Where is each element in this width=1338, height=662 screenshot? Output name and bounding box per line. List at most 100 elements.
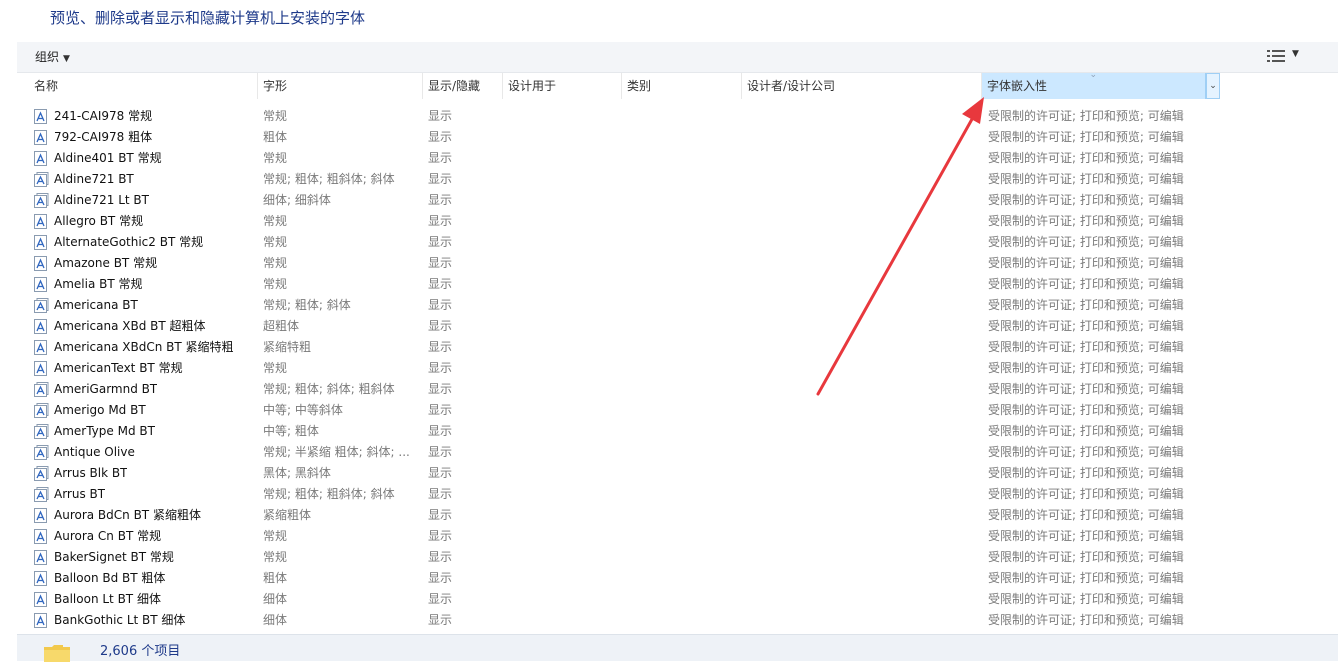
- font-family-icon: [34, 424, 49, 439]
- table-row[interactable]: Allegro BT 常规 常规 显示 受限制的许可证; 打印和预览; 可编辑: [0, 211, 1338, 232]
- embeddability-cell: 受限制的许可证; 打印和预览; 可编辑: [988, 487, 1184, 501]
- font-file-icon: [34, 508, 47, 523]
- column-filter-dropdown-button[interactable]: ⌄: [1206, 73, 1220, 99]
- table-row[interactable]: Balloon Bd BT 粗体 粗体 显示 受限制的许可证; 打印和预览; 可编辑: [0, 568, 1338, 589]
- embeddability-cell: 受限制的许可证; 打印和预览; 可编辑: [988, 361, 1184, 375]
- font-name-cell: BakerSignet BT 常规: [34, 547, 174, 568]
- table-row[interactable]: Americana XBd BT 超粗体 超粗体 显示 受限制的许可证; 打印和预览;…: [0, 316, 1338, 337]
- table-row[interactable]: 241-CAI978 常规 常规 显示 受限制的许可证; 打印和预览; 可编辑: [0, 106, 1338, 127]
- font-name-cell: Arrus Blk BT: [34, 463, 127, 484]
- table-row[interactable]: Arrus Blk BT 黑体; 黑斜体 显示 受限制的许可证; 打印和预览; 可编辑: [0, 463, 1338, 484]
- font-family-icon: [34, 466, 49, 481]
- font-name-cell: Aldine721 BT: [34, 169, 134, 190]
- font-name-cell: 792-CAI978 粗体: [34, 127, 152, 148]
- font-file-icon: [34, 550, 47, 565]
- font-name-cell: Balloon Bd BT 粗体: [34, 568, 165, 589]
- table-row[interactable]: Americana BT 常规; 粗体; 斜体 显示 受限制的许可证; 打印和预览; …: [0, 295, 1338, 316]
- column-header-name[interactable]: 名称: [29, 73, 258, 99]
- sort-indicator-icon: ⌄: [1089, 70, 1098, 80]
- font-style-cell: 常规: [263, 277, 288, 291]
- font-style-cell: 紧缩特粗: [263, 340, 312, 354]
- embeddability-cell: 受限制的许可证; 打印和预览; 可编辑: [988, 235, 1184, 249]
- font-style-cell: 常规; 半紧缩 粗体; 斜体; ...: [263, 445, 410, 459]
- show-hide-cell: 显示: [428, 277, 453, 291]
- table-row[interactable]: Aldine401 BT 常规 常规 显示 受限制的许可证; 打印和预览; 可编辑: [0, 148, 1338, 169]
- toolbar: 组织 ▼ ▼: [17, 42, 1338, 73]
- font-style-cell: 常规: [263, 361, 288, 375]
- table-row[interactable]: Arrus BT 常规; 粗体; 粗斜体; 斜体 显示 受限制的许可证; 打印和预览;…: [0, 484, 1338, 505]
- show-hide-cell: 显示: [428, 298, 453, 312]
- show-hide-cell: 显示: [428, 613, 453, 627]
- view-options-button[interactable]: ▼: [1267, 48, 1303, 66]
- font-name-cell: AlternateGothic2 BT 常规: [34, 232, 203, 253]
- column-header-category[interactable]: 类别: [622, 73, 742, 99]
- show-hide-cell: 显示: [428, 466, 453, 480]
- table-row[interactable]: AlternateGothic2 BT 常规 常规 显示 受限制的许可证; 打印和预览…: [0, 232, 1338, 253]
- show-hide-cell: 显示: [428, 571, 453, 585]
- embeddability-cell: 受限制的许可证; 打印和预览; 可编辑: [988, 319, 1184, 333]
- table-row[interactable]: Aurora BdCn BT 紧缩粗体 紧缩粗体 显示 受限制的许可证; 打印和预览;…: [0, 505, 1338, 526]
- font-name-cell: Amazone BT 常规: [34, 253, 157, 274]
- embeddability-cell: 受限制的许可证; 打印和预览; 可编辑: [988, 508, 1184, 522]
- column-header-row: 名称 字形 显示/隐藏 设计用于 类别 设计者/设计公司 ⌄ 字体嵌入性 ⌄: [0, 70, 1338, 99]
- show-hide-cell: 显示: [428, 382, 453, 396]
- show-hide-cell: 显示: [428, 550, 453, 564]
- font-style-cell: 常规: [263, 109, 288, 123]
- embeddability-cell: 受限制的许可证; 打印和预览; 可编辑: [988, 172, 1184, 186]
- font-style-cell: 常规; 粗体; 粗斜体; 斜体: [263, 172, 395, 186]
- table-row[interactable]: AmeriGarmnd BT 常规; 粗体; 斜体; 粗斜体 显示 受限制的许可证; …: [0, 379, 1338, 400]
- font-file-icon: [34, 361, 47, 376]
- show-hide-cell: 显示: [428, 193, 453, 207]
- table-row[interactable]: Balloon Lt BT 细体 细体 显示 受限制的许可证; 打印和预览; 可编辑: [0, 589, 1338, 610]
- table-row[interactable]: 792-CAI978 粗体 粗体 显示 受限制的许可证; 打印和预览; 可编辑: [0, 127, 1338, 148]
- font-name: Arrus BT: [54, 487, 106, 501]
- table-row[interactable]: Amazone BT 常规 常规 显示 受限制的许可证; 打印和预览; 可编辑: [0, 253, 1338, 274]
- font-file-icon: [34, 340, 47, 355]
- font-name-cell: AmericanText BT 常规: [34, 358, 183, 379]
- font-name: Amerigo Md BT: [54, 403, 146, 417]
- table-row[interactable]: Americana XBdCn BT 紧缩特粗 紧缩特粗 显示 受限制的许可证; 打印…: [0, 337, 1338, 358]
- font-file-icon: [34, 214, 47, 229]
- font-style-cell: 粗体: [263, 571, 288, 585]
- font-list: 241-CAI978 常规 常规 显示 受限制的许可证; 打印和预览; 可编辑 792-…: [0, 106, 1338, 631]
- table-row[interactable]: Antique Olive 常规; 半紧缩 粗体; 斜体; ... 显示 受限制的许可…: [0, 442, 1338, 463]
- font-style-cell: 常规: [263, 256, 288, 270]
- column-header-designer[interactable]: 设计者/设计公司: [742, 73, 982, 99]
- font-style-cell: 常规: [263, 151, 288, 165]
- column-header-embeddability[interactable]: ⌄ 字体嵌入性: [982, 70, 1206, 99]
- chevron-down-icon: ▼: [63, 54, 70, 64]
- organize-button[interactable]: 组织 ▼: [35, 48, 70, 65]
- font-style-cell: 常规: [263, 529, 288, 543]
- table-row[interactable]: AmerType Md BT 中等; 粗体 显示 受限制的许可证; 打印和预览; 可编…: [0, 421, 1338, 442]
- embeddability-cell: 受限制的许可证; 打印和预览; 可编辑: [988, 382, 1184, 396]
- table-row[interactable]: AmericanText BT 常规 常规 显示 受限制的许可证; 打印和预览; 可编…: [0, 358, 1338, 379]
- show-hide-cell: 显示: [428, 508, 453, 522]
- show-hide-cell: 显示: [428, 424, 453, 438]
- column-header-style[interactable]: 字形: [258, 73, 423, 99]
- font-file-icon: [34, 151, 47, 166]
- show-hide-cell: 显示: [428, 529, 453, 543]
- table-row[interactable]: Amelia BT 常规 常规 显示 受限制的许可证; 打印和预览; 可编辑: [0, 274, 1338, 295]
- font-file-icon: [34, 235, 47, 250]
- show-hide-cell: 显示: [428, 172, 453, 186]
- font-file-icon: [34, 592, 47, 607]
- show-hide-cell: 显示: [428, 340, 453, 354]
- font-file-icon: [34, 319, 47, 334]
- table-row[interactable]: Aldine721 Lt BT 细体; 细斜体 显示 受限制的许可证; 打印和预览; …: [0, 190, 1338, 211]
- font-style-cell: 常规: [263, 235, 288, 249]
- font-family-icon: [34, 193, 49, 208]
- column-header-designed-for[interactable]: 设计用于: [503, 73, 622, 99]
- font-name: Balloon Bd BT 粗体: [54, 571, 166, 585]
- table-row[interactable]: Aurora Cn BT 常规 常规 显示 受限制的许可证; 打印和预览; 可编辑: [0, 526, 1338, 547]
- embeddability-cell: 受限制的许可证; 打印和预览; 可编辑: [988, 214, 1184, 228]
- font-family-icon: [34, 382, 49, 397]
- column-header-show-hide[interactable]: 显示/隐藏: [423, 73, 503, 99]
- table-row[interactable]: Aldine721 BT 常规; 粗体; 粗斜体; 斜体 显示 受限制的许可证; 打印…: [0, 169, 1338, 190]
- table-row[interactable]: BankGothic Lt BT 细体 细体 显示 受限制的许可证; 打印和预览; 可…: [0, 610, 1338, 631]
- table-row[interactable]: BakerSignet BT 常规 常规 显示 受限制的许可证; 打印和预览; 可编辑: [0, 547, 1338, 568]
- folder-icon: [44, 645, 70, 662]
- show-hide-cell: 显示: [428, 361, 453, 375]
- embeddability-cell: 受限制的许可证; 打印和预览; 可编辑: [988, 340, 1184, 354]
- font-name: Americana XBd BT 超粗体: [54, 319, 206, 333]
- table-row[interactable]: Amerigo Md BT 中等; 中等斜体 显示 受限制的许可证; 打印和预览; 可…: [0, 400, 1338, 421]
